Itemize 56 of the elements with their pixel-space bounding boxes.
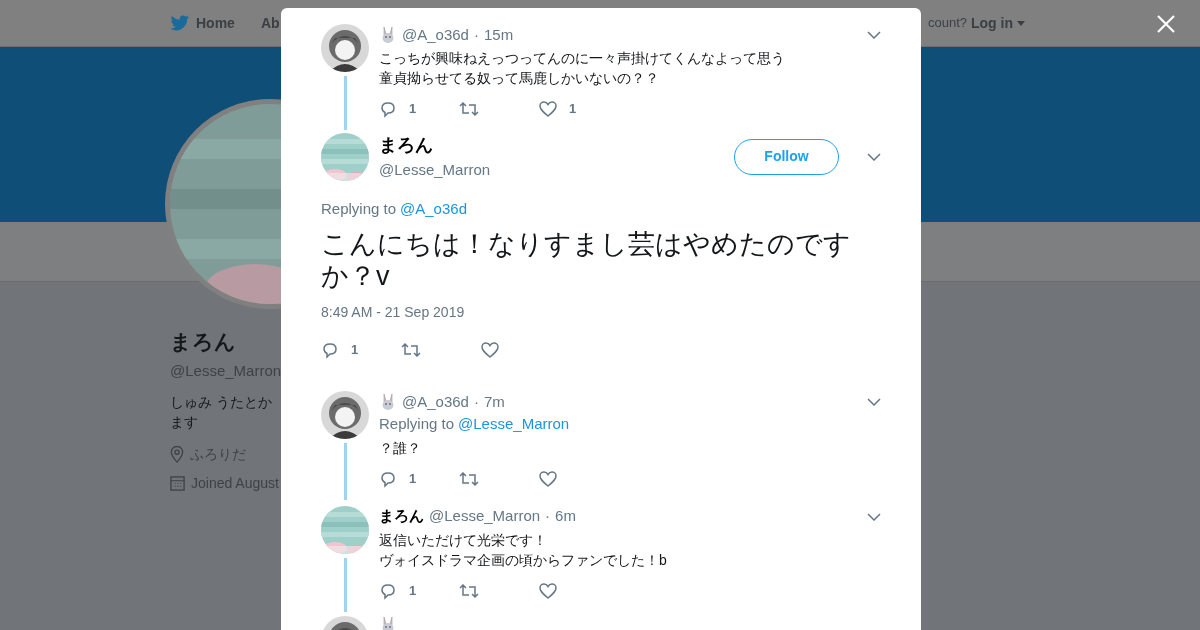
retweet-icon[interactable] (459, 582, 479, 599)
heart-icon[interactable] (539, 470, 557, 487)
thread-line (343, 557, 347, 612)
tweet-time[interactable]: 7m (483, 390, 505, 414)
like-count: 1 (569, 100, 577, 119)
separator-dot: · (545, 506, 551, 527)
tweet-date: 8:49 AM - 21 Sep 2019 (321, 303, 466, 322)
heart-icon[interactable] (539, 582, 557, 599)
tweet-text: 返信いただけて光栄です！ ヴォイスドラマ企画の頃からファンでした！b (379, 530, 668, 570)
retweet-icon[interactable] (401, 342, 421, 358)
chevron-down-icon[interactable] (867, 31, 881, 39)
reply-count: 1 (409, 469, 417, 488)
tweet-text: ？誰？ (379, 438, 422, 458)
heart-icon[interactable] (481, 342, 499, 358)
separator-dot: · (473, 391, 479, 412)
mention-link[interactable]: @A_o36d (400, 197, 467, 220)
profile-name: まろん (170, 329, 237, 355)
retweet-icon[interactable] (459, 101, 479, 117)
chevron-down-icon[interactable] (867, 152, 881, 161)
about-link[interactable]: Ab (260, 12, 280, 34)
heart-icon[interactable] (539, 101, 557, 117)
close-icon (1156, 14, 1176, 34)
reply-icon[interactable] (379, 100, 397, 118)
thread-line (343, 443, 347, 500)
replying-label: Replying to (321, 198, 397, 219)
chevron-down-icon[interactable] (867, 512, 881, 521)
tweet-time[interactable]: 6m (555, 505, 576, 528)
mention-link[interactable]: @Lesse_Marron (458, 413, 570, 436)
caret-icon[interactable] (1017, 20, 1025, 26)
user-handle[interactable]: @A_o36d (402, 23, 469, 47)
account-prompt: count? (927, 14, 967, 33)
user-handle[interactable]: @Lesse_Marron (379, 159, 491, 182)
calendar-icon (170, 476, 185, 491)
tweet-text: こんにちは！なりすまし芸はやめたのですか？v (321, 228, 852, 292)
tweet-time[interactable]: 15m (483, 23, 514, 47)
home-link[interactable]: Home (196, 12, 235, 34)
tweet-text: こっちが興味ねえっつってんのに一々声掛けてくんなよって思う 童貞拗らせてる奴って馬鹿しかいないの？？ (379, 49, 786, 88)
separator-dot: · (473, 24, 479, 45)
chevron-down-icon[interactable] (867, 398, 881, 406)
reply-count: 1 (409, 100, 417, 119)
display-name[interactable]: まろん (379, 132, 491, 159)
close-button[interactable] (1156, 14, 1176, 34)
user-handle[interactable]: @Lesse_Marron (429, 505, 541, 528)
reply-icon[interactable] (321, 341, 339, 359)
replying-label: Replying to (379, 414, 455, 434)
reply-count: 1 (409, 581, 417, 600)
user-handle[interactable]: @A_o36d (402, 390, 469, 414)
reply-icon[interactable] (379, 469, 397, 488)
thread-line (343, 76, 347, 130)
display-name[interactable]: まろん (379, 505, 424, 528)
login-link[interactable]: Log in (971, 12, 1013, 34)
retweet-icon[interactable] (459, 470, 479, 487)
reply-count: 1 (351, 341, 359, 360)
location-pin-icon (170, 446, 184, 463)
reply-icon[interactable] (379, 581, 397, 600)
profile-bio: しゅみ うたとか ます (170, 393, 273, 432)
